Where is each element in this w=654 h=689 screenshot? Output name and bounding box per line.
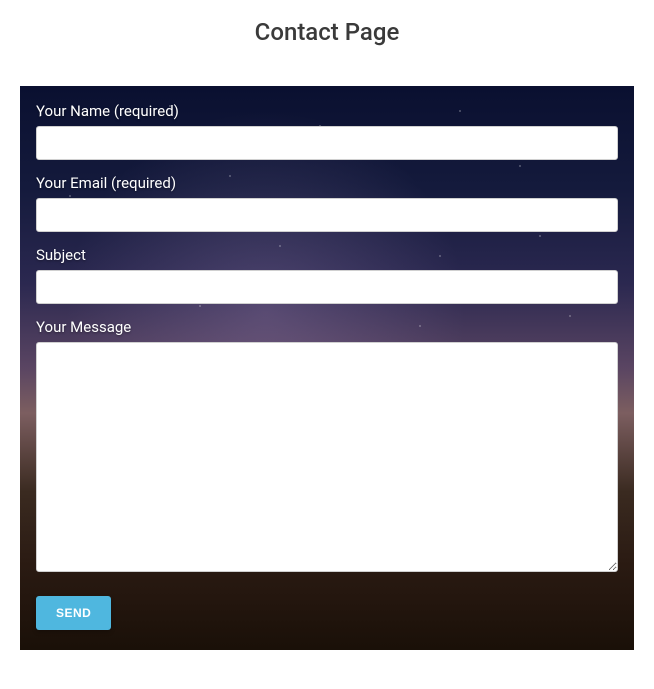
name-input[interactable] — [36, 126, 618, 160]
message-label: Your Message — [36, 318, 618, 336]
message-field-group: Your Message — [36, 318, 618, 576]
email-label: Your Email (required) — [36, 174, 618, 192]
message-textarea[interactable] — [36, 342, 618, 572]
name-field-group: Your Name (required) — [36, 102, 618, 160]
page-title: Contact Page — [0, 18, 654, 46]
email-input[interactable] — [36, 198, 618, 232]
contact-form-panel: Your Name (required) Your Email (require… — [20, 86, 634, 650]
email-field-group: Your Email (required) — [36, 174, 618, 232]
subject-field-group: Subject — [36, 246, 618, 304]
subject-input[interactable] — [36, 270, 618, 304]
subject-label: Subject — [36, 246, 618, 264]
send-button[interactable]: SEND — [36, 596, 111, 630]
name-label: Your Name (required) — [36, 102, 618, 120]
